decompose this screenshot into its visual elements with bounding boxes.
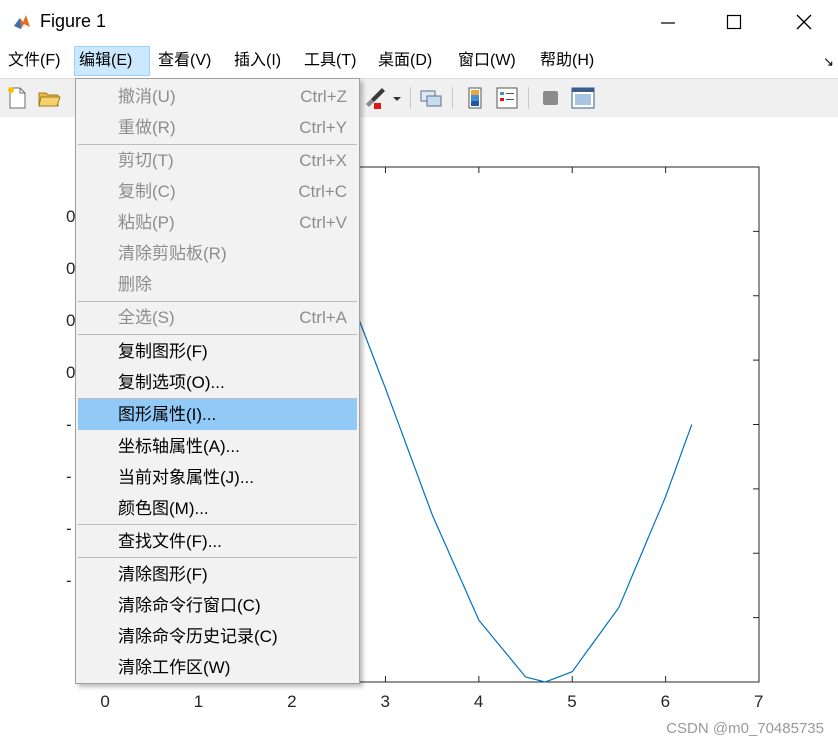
menu-item-clear-command-history[interactable]: 清除命令历史记录(C) <box>78 621 357 652</box>
menu-item-copy-options[interactable]: 复制选项(O)... <box>78 367 357 398</box>
menu-separator <box>78 524 357 525</box>
menu-view[interactable]: 查看(V) <box>154 46 215 76</box>
menu-item-colormap[interactable]: 颜色图(M)... <box>78 493 357 524</box>
brush-icon[interactable] <box>362 85 388 111</box>
menu-item-redo[interactable]: 重做(R) Ctrl+Y <box>78 112 357 143</box>
x-tick-label: 4 <box>473 692 484 711</box>
colorbar-icon[interactable] <box>462 85 488 111</box>
menu-item-paste[interactable]: 粘贴(P) Ctrl+V <box>78 207 357 238</box>
window-title: Figure 1 <box>40 11 107 31</box>
legend-icon[interactable] <box>494 85 520 111</box>
close-button[interactable] <box>770 0 838 44</box>
x-tick-label: 0 <box>100 692 110 711</box>
close-icon <box>796 14 812 30</box>
menu-tools[interactable]: 工具(T) <box>300 46 360 76</box>
maximize-icon <box>726 14 742 30</box>
dock-arrow-icon[interactable]: ↘ <box>823 54 834 70</box>
menu-help[interactable]: 帮助(H) <box>536 46 598 76</box>
menu-item-clear-figure[interactable]: 清除图形(F) <box>78 559 357 590</box>
menu-item-clear-clipboard[interactable]: 清除剪贴板(R) <box>78 238 357 269</box>
menu-desktop[interactable]: 桌面(D) <box>374 46 436 76</box>
toolbar-separator <box>410 87 411 109</box>
show-plot-tools-icon[interactable] <box>570 85 596 111</box>
menu-insert[interactable]: 插入(I) <box>230 46 285 76</box>
menu-item-delete[interactable]: 删除 <box>78 269 357 300</box>
y-tick-label: - <box>66 467 72 486</box>
matlab-logo-icon <box>12 12 32 32</box>
x-tick-label: 3 <box>380 692 390 711</box>
toolbar-separator <box>528 87 529 109</box>
menu-bar: 文件(F) 编辑(E) 查看(V) 插入(I) 工具(T) 桌面(D) 窗口(W… <box>0 44 838 78</box>
toolbar-separator <box>452 87 453 109</box>
menu-item-copy-figure[interactable]: 复制图形(F) <box>78 336 357 367</box>
open-folder-icon[interactable] <box>36 85 62 111</box>
menu-item-figure-properties[interactable]: 图形属性(I)... <box>78 399 357 430</box>
menu-item-find-files[interactable]: 查找文件(F)... <box>78 526 357 557</box>
y-tick-label: - <box>66 571 72 590</box>
hide-plot-tools-icon[interactable] <box>538 85 564 111</box>
title-bar: Figure 1 <box>0 0 838 44</box>
edit-menu-dropdown: 撤消(U) Ctrl+Z 重做(R) Ctrl+Y 剪切(T) Ctrl+X 复… <box>75 78 360 684</box>
x-tick-label: 1 <box>193 692 204 711</box>
maximize-button[interactable] <box>700 0 768 44</box>
menu-item-select-all[interactable]: 全选(S) Ctrl+A <box>78 302 357 333</box>
menu-item-clear-workspace[interactable]: 清除工作区(W) <box>78 652 357 683</box>
x-tick-label: 6 <box>660 692 671 711</box>
menu-edit[interactable]: 编辑(E) <box>74 46 150 76</box>
menu-item-cut[interactable]: 剪切(T) Ctrl+X <box>78 145 357 176</box>
minimize-icon <box>661 22 675 24</box>
y-tick-label: - <box>66 519 72 538</box>
menu-file[interactable]: 文件(F) <box>4 46 64 76</box>
x-tick-label: 2 <box>287 692 297 711</box>
new-figure-icon[interactable] <box>4 85 30 111</box>
x-tick-label: 5 <box>567 692 577 711</box>
minimize-button[interactable] <box>634 0 702 44</box>
menu-window[interactable]: 窗口(W) <box>454 46 520 76</box>
menu-item-copy[interactable]: 复制(C) Ctrl+C <box>78 176 357 207</box>
brush-dropdown-icon[interactable] <box>390 85 404 111</box>
menu-item-clear-command-window[interactable]: 清除命令行窗口(C) <box>78 590 357 621</box>
menu-item-current-object-properties[interactable]: 当前对象属性(J)... <box>78 462 357 493</box>
menu-separator <box>78 334 357 335</box>
link-plot-icon[interactable] <box>418 85 444 111</box>
x-tick-label: 7 <box>754 692 764 711</box>
menu-item-axes-properties[interactable]: 坐标轴属性(A)... <box>78 431 357 462</box>
y-tick-label: - <box>66 415 72 434</box>
menu-separator <box>78 557 357 558</box>
watermark: CSDN @m0_70485735 <box>666 720 824 737</box>
menu-item-undo[interactable]: 撤消(U) Ctrl+Z <box>78 81 357 112</box>
